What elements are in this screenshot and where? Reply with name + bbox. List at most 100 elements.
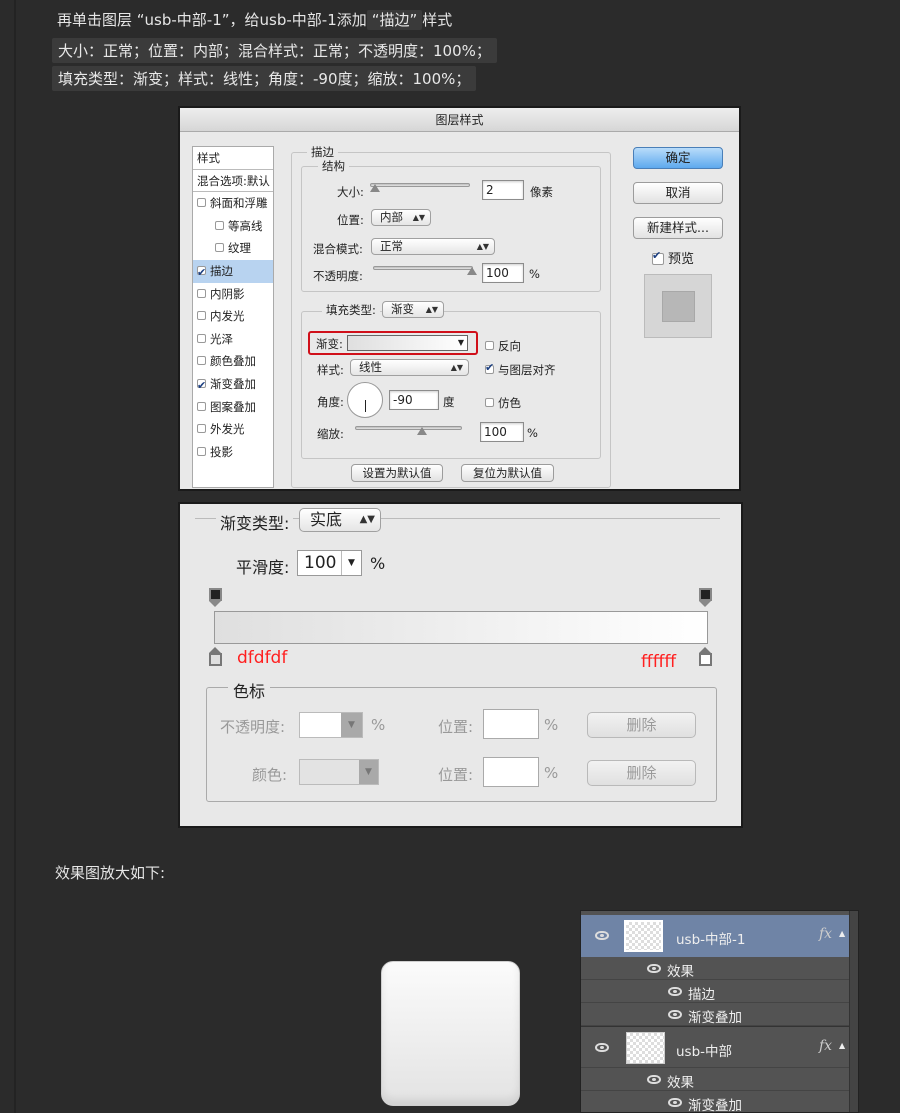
layer-name[interactable]: usb-中部-1 xyxy=(676,928,746,948)
visibility-eye-icon[interactable] xyxy=(668,1098,682,1107)
scale-slider[interactable] xyxy=(355,426,462,430)
gradient-swatch[interactable]: ▼ xyxy=(347,335,468,351)
delete-color-stop-button[interactable]: 删除 xyxy=(587,760,696,786)
visibility-eye-icon[interactable] xyxy=(647,964,661,973)
stop-opacity-combo[interactable]: ▼ xyxy=(299,712,363,738)
reset-default-button[interactable]: 复位为默认值 xyxy=(461,464,554,482)
visibility-eye-icon[interactable] xyxy=(647,1075,661,1084)
stop-opacity-position-unit: % xyxy=(544,716,559,734)
opacity-stop-left[interactable] xyxy=(209,588,222,607)
layer2-effects-row[interactable]: 效果 xyxy=(581,1068,849,1091)
style-item-checkbox[interactable] xyxy=(197,375,206,397)
layer-row-usb-middle[interactable]: usb-中部 fx ▲ xyxy=(581,1026,849,1068)
style-item-checkbox[interactable] xyxy=(197,198,206,208)
style-item-checkbox[interactable] xyxy=(215,243,224,253)
preview-option[interactable]: 预览 xyxy=(652,248,694,267)
scale-input[interactable]: 100 xyxy=(480,422,524,442)
opacity-input[interactable]: 100 xyxy=(482,263,524,283)
style-item-checkbox[interactable] xyxy=(197,333,206,343)
set-default-button[interactable]: 设置为默认值 xyxy=(351,464,443,482)
opacity-slider[interactable] xyxy=(373,266,473,270)
layer1-effect-stroke-row[interactable]: 描边 xyxy=(581,980,849,1003)
color-stop-right[interactable] xyxy=(699,647,712,666)
dither-checkbox[interactable] xyxy=(485,398,494,407)
layer1-effects-row[interactable]: 效果 xyxy=(581,957,849,980)
scale-slider-thumb[interactable] xyxy=(417,427,427,435)
visibility-eye-icon[interactable] xyxy=(595,931,609,940)
style-item[interactable]: 等高线 xyxy=(193,215,273,238)
visibility-eye-icon[interactable] xyxy=(668,1010,682,1019)
blend-mode-label: 混合模式: xyxy=(313,242,363,256)
opacity-stop-right[interactable] xyxy=(699,588,712,607)
layer2-effect-gradient-row[interactable]: 渐变叠加 xyxy=(581,1091,849,1112)
position-select[interactable]: 内部 ▲▼ xyxy=(371,209,431,226)
collapse-arrow-icon[interactable]: ▲ xyxy=(839,1041,845,1050)
style-item[interactable]: 渐变叠加 xyxy=(193,373,273,397)
blend-mode-select[interactable]: 正常 ▲▼ xyxy=(371,238,495,255)
delete-opacity-stop-button[interactable]: 删除 xyxy=(587,712,696,738)
fx-icon[interactable]: fx xyxy=(819,1038,832,1054)
angle-unit: 度 xyxy=(443,395,455,409)
layer1-effect-gradient-row[interactable]: 渐变叠加 xyxy=(581,1003,849,1026)
angle-input[interactable]: -90 xyxy=(389,390,439,410)
style-item[interactable]: 光泽 xyxy=(193,328,273,351)
ok-button[interactable]: 确定 xyxy=(633,147,723,169)
dropdown-arrow-icon[interactable]: ▼ xyxy=(359,760,378,784)
dither-option[interactable]: 仿色 xyxy=(485,395,521,411)
opacity-slider-thumb[interactable] xyxy=(467,267,477,275)
style-item[interactable]: 图案叠加 xyxy=(193,396,273,419)
style-item[interactable]: 内发光 xyxy=(193,305,273,328)
style-item-checkbox[interactable] xyxy=(197,446,206,456)
style-item[interactable]: 纹理 xyxy=(193,237,273,260)
style-list-header[interactable]: 样式 xyxy=(193,147,273,170)
preview-label: 预览 xyxy=(668,252,695,267)
reverse-option[interactable]: 反向 xyxy=(485,338,521,354)
visibility-eye-icon[interactable] xyxy=(668,987,682,996)
style-item-checkbox[interactable] xyxy=(215,220,224,230)
stop-color-position-input[interactable] xyxy=(483,757,539,787)
reverse-checkbox[interactable] xyxy=(485,341,494,350)
visibility-eye-icon[interactable] xyxy=(595,1043,609,1052)
style-select[interactable]: 线性 ▲▼ xyxy=(350,359,469,376)
style-item-checkbox[interactable] xyxy=(197,356,206,366)
size-slider-thumb[interactable] xyxy=(370,184,380,192)
style-item[interactable]: 斜面和浮雕 xyxy=(193,192,273,215)
opacity-unit: % xyxy=(529,267,540,281)
style-item-checkbox[interactable] xyxy=(197,424,206,434)
style-item-checkbox[interactable] xyxy=(197,262,206,284)
size-slider[interactable] xyxy=(370,183,470,187)
scale-unit: % xyxy=(527,426,538,440)
style-item[interactable]: 外发光 xyxy=(193,418,273,441)
angle-dial[interactable] xyxy=(347,382,383,418)
fill-type-select[interactable]: 渐变 ▲▼ xyxy=(382,301,444,318)
cancel-button[interactable]: 取消 xyxy=(633,182,723,204)
layer-name[interactable]: usb-中部 xyxy=(676,1040,732,1060)
dropdown-arrow-icon[interactable]: ▼ xyxy=(341,551,361,575)
dropdown-arrow-icon[interactable]: ▼ xyxy=(341,713,362,737)
style-item[interactable]: 描边 xyxy=(193,259,273,284)
fx-icon[interactable]: fx xyxy=(819,926,832,942)
style-item-checkbox[interactable] xyxy=(197,288,206,298)
style-item[interactable]: 内阴影 xyxy=(193,283,273,306)
style-item[interactable]: 颜色叠加 xyxy=(193,350,273,373)
smoothness-combo[interactable]: 100 ▼ xyxy=(297,550,362,576)
stop-color-swatch[interactable]: ▼ xyxy=(299,759,379,785)
align-option[interactable]: 与图层对齐 xyxy=(485,361,556,378)
style-item-checkbox[interactable] xyxy=(197,401,206,411)
color-stop-left[interactable] xyxy=(209,647,222,666)
style-list-blend-options[interactable]: 混合选项:默认 xyxy=(193,170,273,193)
gradient-type-select[interactable]: 实底 ▲▼ xyxy=(299,508,381,532)
layer-row-usb-middle-1[interactable]: usb-中部-1 fx ▲ xyxy=(581,915,849,957)
layers-scrollbar[interactable] xyxy=(849,911,858,1112)
new-style-button[interactable]: 新建样式... xyxy=(633,217,723,239)
intro-line-2: 大小：正常；位置：内部；混合样式：正常；不透明度：100%； xyxy=(52,38,497,63)
collapse-arrow-icon[interactable]: ▲ xyxy=(839,929,845,938)
dropdown-arrow-icon[interactable]: ▼ xyxy=(458,336,464,350)
style-item[interactable]: 投影 xyxy=(193,441,273,464)
size-input[interactable]: 2 xyxy=(482,180,524,200)
align-checkbox[interactable] xyxy=(485,361,494,374)
stop-opacity-position-input[interactable] xyxy=(483,709,539,739)
preview-checkbox[interactable] xyxy=(652,249,664,265)
style-item-checkbox[interactable] xyxy=(197,311,206,321)
gradient-preview-bar[interactable] xyxy=(214,611,708,644)
